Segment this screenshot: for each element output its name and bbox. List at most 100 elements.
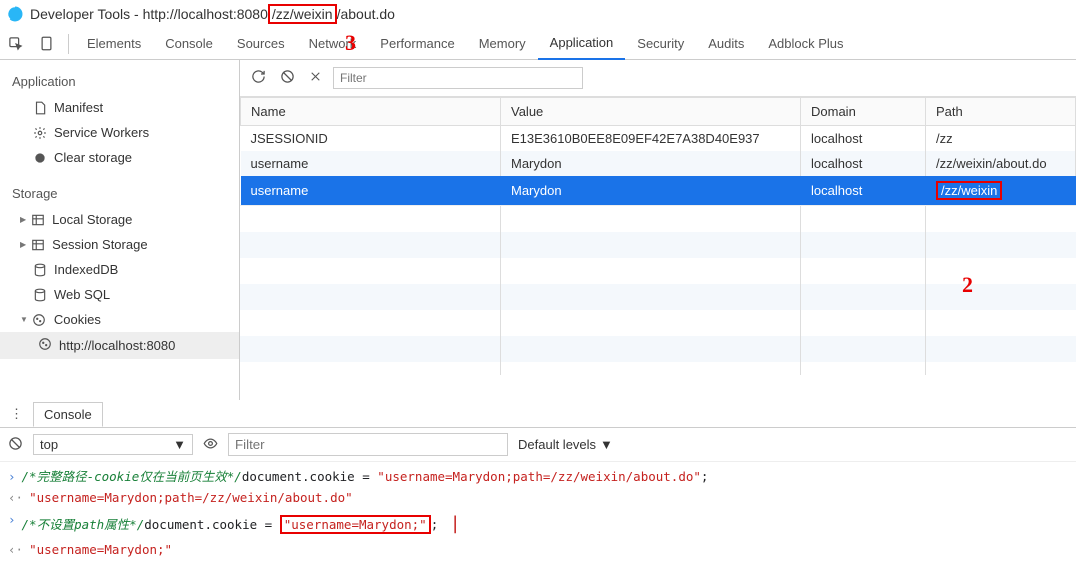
sidebar-item-session-storage[interactable]: Session Storage bbox=[0, 232, 239, 257]
cookies-panel: Name Value Domain Path JSESSIONID E13E36… bbox=[240, 60, 1076, 400]
close-icon[interactable] bbox=[306, 67, 325, 89]
drawer-tab-console[interactable]: Console bbox=[33, 402, 103, 427]
tab-adblock[interactable]: Adblock Plus bbox=[756, 28, 855, 59]
table-row[interactable]: username Marydon localhost /zz/weixin/ab… bbox=[241, 151, 1076, 176]
log-levels[interactable]: Default levels ▼ bbox=[518, 437, 613, 452]
console-output-line: ‹· "username=Marydon;path=/zz/weixin/abo… bbox=[8, 487, 1068, 508]
cell-value: Marydon bbox=[501, 176, 801, 205]
sidebar-item-clear-storage[interactable]: Clear storage bbox=[0, 145, 239, 170]
refresh-icon[interactable] bbox=[248, 66, 269, 90]
code-comment: /*完整路径-cookie仅在当前页生效*/ bbox=[22, 469, 242, 484]
sidebar-item-label: Clear storage bbox=[54, 150, 132, 165]
tab-performance[interactable]: Performance bbox=[368, 28, 466, 59]
title-text-prefix: Developer Tools - http://localhost:8080 bbox=[30, 6, 268, 22]
device-icon[interactable] bbox=[31, 30, 62, 57]
sidebar-heading-storage: Storage bbox=[0, 180, 239, 207]
code-comment: /*不设置path属性*/ bbox=[22, 517, 145, 532]
cookie-icon bbox=[38, 337, 52, 354]
sidebar-item-label: Local Storage bbox=[52, 212, 132, 227]
chevron-out-icon: ‹· bbox=[8, 539, 23, 560]
sidebar-heading-application: Application bbox=[0, 68, 239, 95]
sidebar-item-indexeddb[interactable]: IndexedDB bbox=[0, 257, 239, 282]
eye-icon[interactable] bbox=[203, 436, 218, 454]
chevron-down-icon: ▼ bbox=[173, 437, 186, 452]
tab-console[interactable]: Console bbox=[153, 28, 225, 59]
title-url-boxed: /zz/weixin bbox=[268, 4, 337, 24]
tab-audits[interactable]: Audits bbox=[696, 28, 756, 59]
separator bbox=[68, 34, 69, 54]
sidebar-item-label: http://localhost:8080 bbox=[59, 338, 175, 353]
block-icon[interactable] bbox=[277, 66, 298, 90]
title-url-rest: /about.do bbox=[337, 6, 395, 22]
output-string: "username=Marydon;" bbox=[29, 539, 172, 560]
code-text: ; bbox=[701, 469, 709, 484]
tab-security[interactable]: Security bbox=[625, 28, 696, 59]
file-icon bbox=[32, 100, 47, 115]
table-row[interactable]: JSESSIONID E13E3610B0EE8E09EF42E7A38D40E… bbox=[241, 126, 1076, 152]
sidebar-item-local-storage[interactable]: Local Storage bbox=[0, 207, 239, 232]
chevron-in-icon: › bbox=[8, 509, 16, 530]
sidebar-item-label: IndexedDB bbox=[54, 262, 118, 277]
drawer-menu-icon[interactable]: ⋮ bbox=[6, 406, 27, 422]
col-value[interactable]: Value bbox=[501, 98, 801, 126]
cell-name: username bbox=[241, 176, 501, 205]
code-text: ; bbox=[431, 517, 439, 532]
levels-label: Default levels bbox=[518, 437, 596, 452]
chevron-in-icon: › bbox=[8, 466, 16, 487]
cookies-toolbar bbox=[240, 60, 1076, 97]
cell-path: /zz/weixin bbox=[926, 176, 1076, 205]
console-body[interactable]: › /*完整路径-cookie仅在当前页生效*/document.cookie … bbox=[0, 462, 1076, 564]
sidebar-item-manifest[interactable]: Manifest bbox=[0, 95, 239, 120]
sidebar-item-label: Service Workers bbox=[54, 125, 149, 140]
cell-value: E13E3610B0EE8E09EF42E7A38D40E937 bbox=[501, 126, 801, 152]
table-row[interactable]: username Marydon localhost /zz/weixin bbox=[241, 176, 1076, 205]
cell-domain: localhost bbox=[801, 176, 926, 205]
output-string: "username=Marydon;path=/zz/weixin/about.… bbox=[29, 487, 353, 508]
cell-domain: localhost bbox=[801, 126, 926, 152]
main-tabs: Elements Console Sources Network Perform… bbox=[0, 28, 1076, 60]
database-icon bbox=[32, 262, 47, 277]
cell-path-boxed: /zz/weixin bbox=[936, 181, 1002, 200]
filter-input[interactable] bbox=[333, 67, 583, 89]
code-text: document.cookie = bbox=[144, 517, 279, 532]
chevron-down-icon: ▼ bbox=[600, 437, 613, 452]
sidebar-item-label: Web SQL bbox=[54, 287, 110, 302]
cell-name: username bbox=[241, 151, 501, 176]
inspect-icon[interactable] bbox=[0, 30, 31, 57]
sidebar-item-cookies[interactable]: Cookies bbox=[0, 307, 239, 332]
tab-network[interactable]: Network bbox=[297, 28, 369, 59]
console-input-line: › /*不设置path属性*/document.cookie = "userna… bbox=[8, 509, 1068, 540]
table-empty-area bbox=[240, 205, 1076, 375]
title-bar: Developer Tools - http://localhost:8080 … bbox=[0, 0, 1076, 28]
col-domain[interactable]: Domain bbox=[801, 98, 926, 126]
console-output-line: ‹· "username=Marydon;" bbox=[8, 539, 1068, 560]
database-icon bbox=[32, 287, 47, 302]
main-area: Application Manifest Service Workers Cle… bbox=[0, 60, 1076, 400]
sidebar-item-service-workers[interactable]: Service Workers bbox=[0, 120, 239, 145]
col-path[interactable]: Path bbox=[926, 98, 1076, 126]
context-selector[interactable]: top ▼ bbox=[33, 434, 193, 455]
sidebar-item-websql[interactable]: Web SQL bbox=[0, 282, 239, 307]
sidebar-item-label: Cookies bbox=[54, 312, 101, 327]
app-icon bbox=[6, 5, 24, 23]
tab-sources[interactable]: Sources bbox=[225, 28, 297, 59]
cell-value: Marydon bbox=[501, 151, 801, 176]
context-label: top bbox=[40, 437, 58, 452]
sidebar-item-cookie-host[interactable]: http://localhost:8080 bbox=[0, 332, 239, 359]
cell-domain: localhost bbox=[801, 151, 926, 176]
console-filter-input[interactable] bbox=[228, 433, 508, 456]
tab-memory[interactable]: Memory bbox=[467, 28, 538, 59]
cell-path: /zz/weixin/about.do bbox=[926, 151, 1076, 176]
tab-elements[interactable]: Elements bbox=[75, 28, 153, 59]
block-icon[interactable] bbox=[8, 436, 23, 454]
cursor-icon: | bbox=[450, 513, 461, 534]
table-icon bbox=[30, 237, 45, 252]
code-string-boxed: "username=Marydon;" bbox=[284, 517, 427, 532]
chevron-out-icon: ‹· bbox=[8, 487, 23, 508]
sidebar-item-label: Session Storage bbox=[52, 237, 147, 252]
tab-application[interactable]: Application bbox=[538, 27, 626, 60]
col-name[interactable]: Name bbox=[241, 98, 501, 126]
console-input-line: › /*完整路径-cookie仅在当前页生效*/document.cookie … bbox=[8, 466, 1068, 487]
clear-icon bbox=[32, 150, 47, 165]
code-text: document.cookie = bbox=[242, 469, 377, 484]
